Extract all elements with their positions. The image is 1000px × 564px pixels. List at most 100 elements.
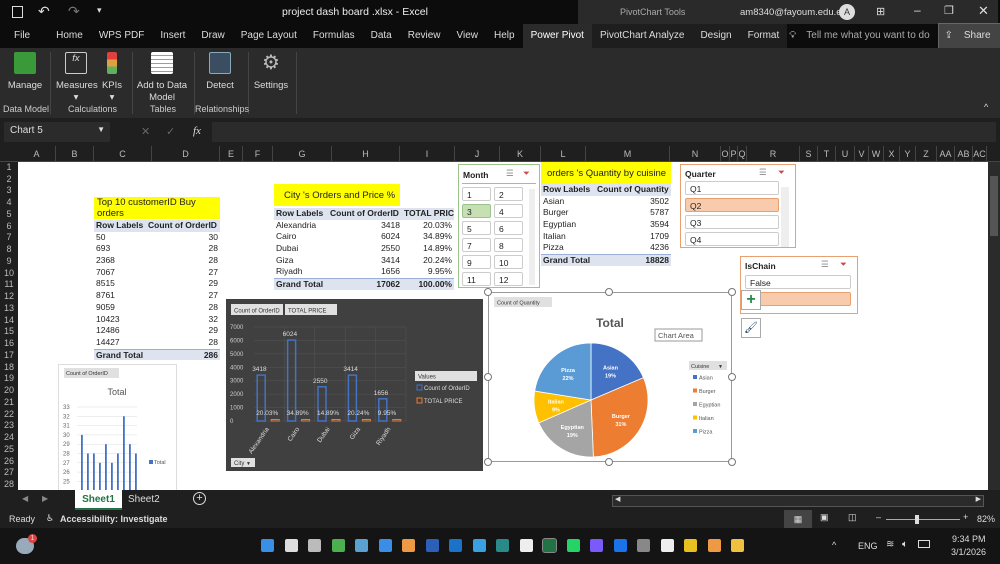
column-header-v[interactable]: V — [855, 146, 869, 162]
taskbar-app-icon[interactable] — [731, 539, 744, 552]
taskbar-app-icon[interactable] — [707, 539, 721, 552]
resize-handle[interactable] — [484, 288, 492, 296]
quick-access-customize-icon[interactable]: ▾ — [97, 5, 102, 16]
zoom-slider[interactable] — [886, 515, 960, 524]
quarter-slicer[interactable]: Quarter ☰ ⏷ Q1 Q2 Q3 Q4 — [680, 164, 796, 248]
cuisine-pie-chart[interactable]: Count of Quantity Total Chart Area Asian 19%… — [489, 293, 731, 461]
slicer-item-8[interactable]: 8 — [494, 238, 523, 252]
cuisine-chart-frame[interactable]: Count of Quantity Total Chart Area Asian 19%… — [488, 292, 732, 462]
row-header-3[interactable]: 3 — [0, 185, 18, 197]
column-header-l[interactable]: L — [541, 146, 586, 162]
resize-handle[interactable] — [728, 373, 736, 381]
column-header-i[interactable]: I — [400, 146, 455, 162]
tab-home[interactable]: Home — [48, 24, 91, 48]
taskbar-app-icon[interactable] — [519, 539, 533, 552]
language-indicator[interactable]: ENG — [858, 541, 878, 551]
clock-time[interactable]: 9:34 PM — [952, 534, 986, 544]
resize-handle[interactable] — [484, 373, 492, 381]
row-header-23[interactable]: 23 — [0, 420, 18, 432]
zoom-out-button[interactable]: – — [876, 512, 881, 522]
row-header-10[interactable]: 10 — [0, 268, 18, 280]
tab-page-layout[interactable]: Page Layout — [233, 24, 305, 48]
tab-wps-pdf[interactable]: WPS PDF — [91, 24, 153, 48]
zoom-in-button[interactable]: + — [963, 512, 968, 522]
row-header-8[interactable]: 8 — [0, 244, 18, 256]
clear-filter-icon[interactable]: ⏷ — [840, 259, 847, 270]
avatar[interactable]: A — [839, 4, 855, 20]
top10-pivot-table[interactable]: Row Labels Count of OrderID 50 30 693 28 2368 2… — [94, 220, 220, 361]
column-header-k[interactable]: K — [500, 146, 541, 162]
show-hidden-icons[interactable]: ^ — [832, 540, 836, 550]
taskbar-app-icon[interactable] — [308, 539, 321, 552]
column-header-w[interactable]: W — [869, 146, 884, 162]
cancel-icon[interactable]: ✕ — [141, 125, 150, 138]
start-icon[interactable] — [261, 539, 274, 552]
taskbar-app-icon[interactable] — [566, 539, 580, 552]
taskbar-app-icon[interactable] — [355, 539, 368, 552]
taskbar-app-icon[interactable] — [613, 539, 627, 552]
column-header-j[interactable]: J — [455, 146, 500, 162]
multi-select-icon[interactable]: ☰ — [821, 259, 829, 270]
slicer-item-2[interactable]: 2 — [494, 187, 523, 201]
row-header-14[interactable]: 14 — [0, 315, 18, 327]
tab-view[interactable]: View — [449, 24, 487, 48]
accessibility-status[interactable]: Accessibility: Investigate — [60, 514, 168, 524]
resize-handle[interactable] — [605, 458, 613, 466]
row-header-18[interactable]: 18 — [0, 362, 18, 374]
search-icon[interactable] — [284, 539, 298, 552]
row-header-16[interactable]: 16 — [0, 338, 18, 350]
taskbar-app-icon[interactable] — [660, 539, 674, 552]
close-button[interactable]: ✕ — [978, 3, 989, 19]
page-layout-view-button[interactable]: ▣ — [820, 512, 829, 523]
tab-file[interactable]: File — [0, 24, 48, 48]
column-header-r[interactable]: R — [747, 146, 800, 162]
cuisine-pivot-table[interactable]: Row Labels Count of Quantity Asian 3502 Burg… — [541, 184, 671, 266]
slicer-item-3[interactable]: 3 — [462, 204, 491, 218]
column-header-m[interactable]: M — [586, 146, 670, 162]
column-header-b[interactable]: B — [56, 146, 94, 162]
name-box[interactable]: Chart 5 ▼ — [4, 122, 110, 142]
taskbar-app-icon[interactable] — [425, 539, 439, 552]
column-header-c[interactable]: C — [94, 146, 152, 162]
row-header-12[interactable]: 12 — [0, 291, 18, 303]
column-header-g[interactable]: G — [273, 146, 332, 162]
slicer-item-9[interactable]: 9 — [462, 255, 491, 269]
tab-power-pivot[interactable]: Power Pivot — [522, 24, 592, 48]
tab-formulas[interactable]: Formulas — [305, 24, 363, 48]
taskbar-app-icon[interactable] — [684, 539, 697, 552]
slicer-item-12[interactable]: 12 — [494, 272, 523, 286]
detect-button[interactable]: Detect — [202, 52, 238, 92]
row-header-24[interactable]: 24 — [0, 432, 18, 444]
tell-me-search[interactable]: Tell me what you want to do — [798, 24, 937, 48]
add-to-data-model-button[interactable]: Add to Data Model — [136, 52, 188, 104]
top10-chart[interactable]: Count of OrderID Total 33 32 31 30 29 28 27 26 25 T… — [58, 364, 177, 490]
tab-pivotchart-analyze[interactable]: PivotChart Analyze — [591, 24, 693, 48]
column-header-z[interactable]: Z — [916, 146, 937, 162]
column-header-aa[interactable]: AA — [937, 146, 955, 162]
normal-view-button[interactable]: ▦ — [784, 510, 812, 528]
row-header-27[interactable]: 27 — [0, 467, 18, 479]
minimize-button[interactable]: – — [914, 3, 921, 17]
column-header-h[interactable]: H — [332, 146, 400, 162]
scroll-right-icon[interactable]: ▶ — [42, 494, 48, 503]
column-header-y[interactable]: Y — [900, 146, 916, 162]
slicer-item-6[interactable]: 6 — [494, 221, 523, 235]
sheet-tab-sheet1[interactable]: Sheet1 — [75, 490, 122, 510]
horizontal-scrollbar[interactable]: ◀ ▶ — [612, 495, 984, 507]
tab-help[interactable]: Help — [486, 24, 523, 48]
row-header-15[interactable]: 15 — [0, 326, 18, 338]
column-header-t[interactable]: T — [818, 146, 836, 162]
multi-select-icon[interactable]: ☰ — [506, 168, 514, 179]
column-header-u[interactable]: U — [836, 146, 855, 162]
tab-review[interactable]: Review — [400, 24, 449, 48]
taskbar-excel-icon[interactable] — [542, 538, 557, 553]
row-header-26[interactable]: 26 — [0, 456, 18, 468]
redo-icon[interactable]: ↷ — [68, 3, 80, 20]
slicer-item-7[interactable]: 7 — [462, 238, 491, 252]
chart-styles-button[interactable]: 🖌︎ — [741, 318, 761, 338]
slicer-scrollbar[interactable] — [781, 187, 789, 247]
taskbar-app-icon[interactable] — [637, 539, 650, 552]
account-email[interactable]: am8340@fayoum.edu.eg — [740, 7, 847, 18]
scroll-left-icon[interactable]: ◀ — [22, 494, 28, 503]
ribbon-display-icon[interactable]: ⊞ — [876, 5, 885, 18]
